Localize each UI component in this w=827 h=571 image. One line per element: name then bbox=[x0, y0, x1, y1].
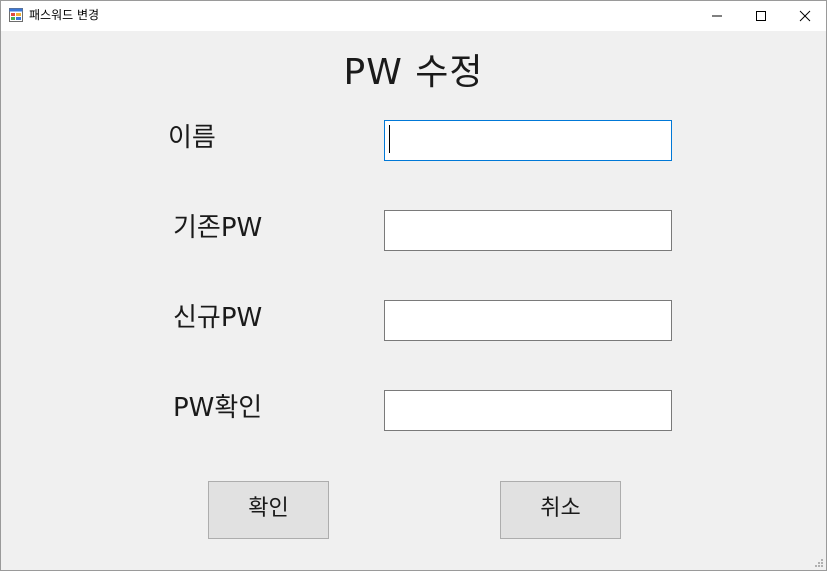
close-icon bbox=[799, 10, 811, 22]
cancel-button[interactable]: 취소 bbox=[500, 481, 621, 539]
confirm-button[interactable]: 확인 bbox=[208, 481, 329, 539]
confirm-password-input[interactable] bbox=[384, 390, 672, 431]
name-input[interactable] bbox=[384, 120, 672, 161]
resize-grip-icon[interactable] bbox=[814, 558, 824, 568]
maximize-button[interactable] bbox=[738, 1, 784, 31]
name-label: 이름 bbox=[168, 123, 216, 153]
form-heading: PW 수정 bbox=[343, 52, 484, 93]
text-caret bbox=[389, 125, 390, 153]
maximize-icon bbox=[756, 11, 766, 21]
old-password-input[interactable] bbox=[384, 210, 672, 251]
window-title: 패스워드 변경 bbox=[29, 8, 100, 22]
password-change-window: 패스워드 변경 PW 수정 이름 기존PW 신규PW PW확인 확인 취소 bbox=[0, 0, 827, 571]
close-button[interactable] bbox=[782, 1, 827, 31]
title-bar[interactable]: 패스워드 변경 bbox=[1, 1, 826, 31]
minimize-button[interactable] bbox=[694, 1, 740, 31]
form-app-icon bbox=[9, 8, 23, 22]
new-password-label: 신규PW bbox=[173, 303, 263, 333]
old-password-label: 기존PW bbox=[173, 213, 263, 243]
new-password-input[interactable] bbox=[384, 300, 672, 341]
confirm-password-label: PW확인 bbox=[173, 393, 263, 423]
minimize-icon bbox=[712, 15, 722, 17]
